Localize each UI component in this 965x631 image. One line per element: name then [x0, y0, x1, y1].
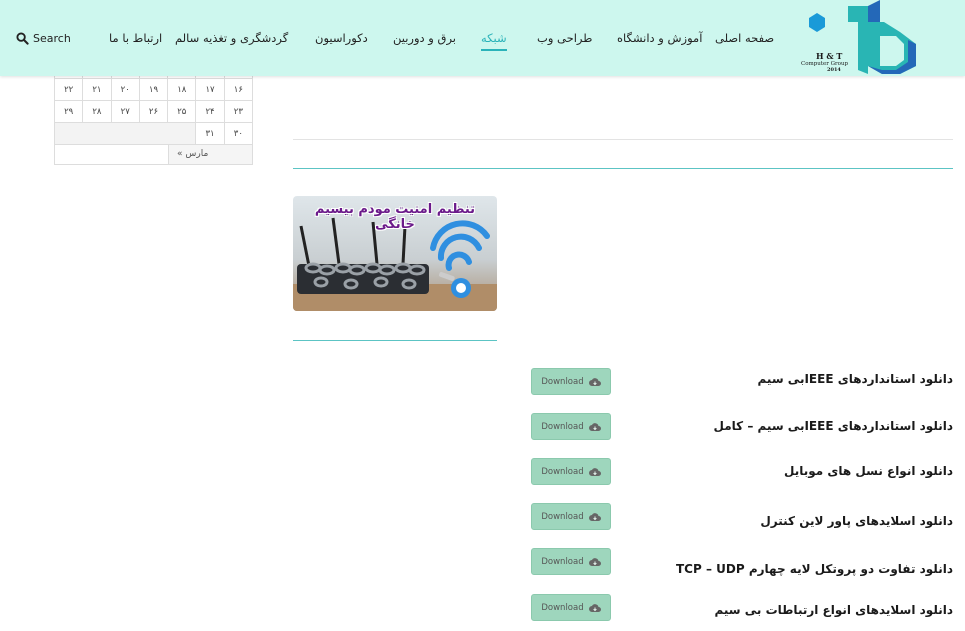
calendar-day: ۲۶	[138, 100, 169, 123]
nav-item-contact[interactable]: ارتباط با ما	[109, 31, 162, 45]
calendar-day: ۱۶	[223, 78, 254, 101]
calendar-day: ۲۷	[110, 100, 140, 123]
nav-item-home[interactable]: صفحه اصلی	[715, 31, 774, 45]
calendar-day: ۳۱	[195, 122, 225, 145]
content-divider	[293, 139, 953, 140]
download-item-title[interactable]: دانلود استانداردهای IEEEبی سیم – کامل	[714, 419, 953, 433]
calendar-nav-spacer	[54, 144, 168, 165]
calendar-day: ۲۵	[167, 100, 197, 123]
calendar-widget: ۲۲ ۲۱ ۲۰ ۱۹ ۱۸ ۱۷ ۱۶ ۲۹ ۲۸ ۲۷ ۲۶ ۲۵ ۲۴ ۲…	[53, 68, 254, 145]
download-button-label: Download	[541, 376, 584, 387]
calendar-day: ۱۷	[195, 78, 225, 101]
cloud-download-icon	[588, 422, 601, 431]
calendar-day: ۲۳	[223, 100, 254, 123]
nav-item-web-design[interactable]: طراحی وب	[537, 31, 592, 45]
download-button[interactable]: Download	[531, 548, 611, 575]
calendar-row: ۲۲ ۲۱ ۲۰ ۱۹ ۱۸ ۱۷ ۱۶	[53, 78, 254, 101]
download-item-title[interactable]: دانلود تفاوت دو پروتکل لایه چهارم TCP – …	[676, 562, 953, 576]
calendar-day: ۲۹	[53, 100, 84, 123]
search-icon	[16, 31, 29, 45]
cloud-download-icon	[588, 603, 601, 612]
nav-item-education[interactable]: آموزش و دانشگاه	[617, 31, 702, 45]
download-button[interactable]: Download	[531, 503, 611, 530]
featured-post-image[interactable]: تنظیم امنیت مودم بیسیم خانگی	[293, 196, 497, 311]
cloud-download-icon	[588, 467, 601, 476]
calendar-empty-cells	[53, 122, 197, 145]
download-button[interactable]: Download	[531, 594, 611, 621]
calendar-day: ۲۸	[82, 100, 112, 123]
section-divider	[293, 168, 953, 169]
download-item-title[interactable]: دانلود اسلایدهای انواع ارتباطات بی سیم	[714, 603, 953, 617]
download-button-label: Download	[541, 466, 584, 477]
cloud-download-icon	[588, 512, 601, 521]
search-label: Search	[33, 31, 71, 45]
download-button-label: Download	[541, 556, 584, 567]
calendar-day: ۲۲	[53, 78, 84, 101]
download-item-title[interactable]: دانلود استانداردهای IEEEبی سیم	[758, 372, 953, 386]
calendar-row: ۳۱ ۳۰	[53, 122, 254, 145]
logo-line-3: 2014	[827, 67, 841, 73]
calendar-day: ۳۰	[223, 122, 254, 145]
calendar-day: ۲۱	[82, 78, 112, 101]
nav-item-travel-nutrition[interactable]: گردشگری و تغذیه سالم	[175, 31, 288, 45]
download-button-label: Download	[541, 602, 584, 613]
site-header: Search ارتباط با ما گردشگری و تغذیه سالم…	[0, 0, 965, 76]
search-button[interactable]: Search	[16, 30, 71, 46]
calendar-row: ۲۹ ۲۸ ۲۷ ۲۶ ۲۵ ۲۴ ۲۳	[53, 100, 254, 123]
download-button[interactable]: Download	[531, 413, 611, 440]
download-button-label: Download	[541, 421, 584, 432]
calendar-day: ۲۰	[110, 78, 140, 101]
nav-item-network[interactable]: شبکه	[481, 31, 507, 51]
featured-divider	[293, 340, 497, 341]
featured-image-title: تنظیم امنیت مودم بیسیم خانگی	[314, 202, 476, 232]
calendar-day: ۱۹	[138, 78, 169, 101]
cloud-download-icon	[588, 557, 601, 566]
logo-line-1: H & T	[816, 51, 843, 61]
nav-item-electric-camera[interactable]: برق و دوربین	[393, 31, 456, 45]
download-button[interactable]: Download	[531, 458, 611, 485]
calendar-day: ۲۴	[195, 100, 225, 123]
download-item-title[interactable]: دانلود انواع نسل های موبایل	[784, 464, 953, 478]
calendar-day: ۱۸	[167, 78, 197, 101]
nav-item-decoration[interactable]: دکوراسیون	[315, 31, 368, 45]
download-button-label: Download	[541, 511, 584, 522]
site-logo[interactable]: H & T Computer Group 2014	[796, 0, 926, 76]
download-item-title[interactable]: دانلود اسلایدهای پاور لاین کنترل	[760, 514, 953, 528]
calendar-prev-month-link[interactable]: « مارس	[168, 144, 253, 165]
download-button[interactable]: Download	[531, 368, 611, 395]
cloud-download-icon	[588, 377, 601, 386]
